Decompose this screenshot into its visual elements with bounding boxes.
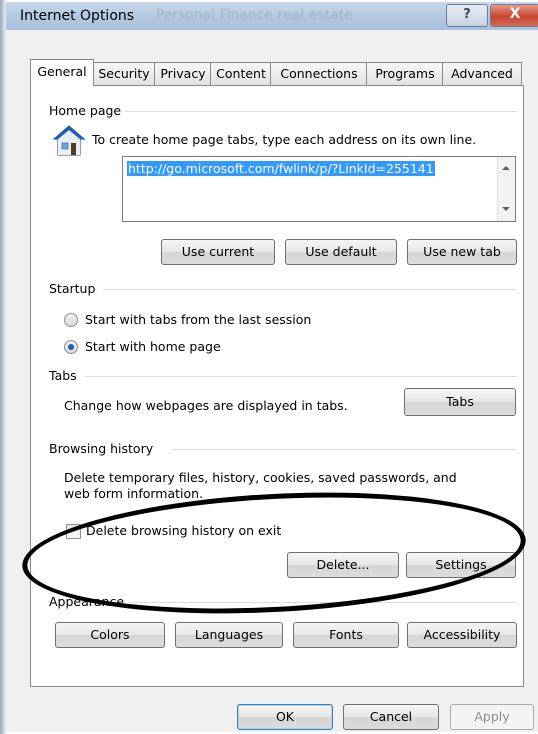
- home-page-instruction: To create home page tabs, type each addr…: [92, 132, 477, 147]
- tabs-group-label: Tabs: [49, 368, 77, 383]
- tabs-divider: [85, 376, 517, 377]
- delete-on-exit-label[interactable]: Delete browsing history on exit: [86, 523, 281, 538]
- startup-group-label: Startup: [49, 281, 96, 296]
- close-icon: X: [509, 6, 521, 22]
- close-button[interactable]: X: [490, 4, 538, 27]
- browsing-history-divider: [171, 449, 517, 450]
- tabs-description: Change how webpages are displayed in tab…: [64, 398, 348, 413]
- browsing-history-description-2: web form information.: [64, 486, 204, 501]
- scroll-down-icon[interactable]: [502, 207, 510, 211]
- appearance-group-label: Appearance: [49, 594, 125, 609]
- help-button[interactable]: ?: [446, 4, 488, 27]
- tab-connections[interactable]: Connections: [270, 62, 368, 85]
- tab-security[interactable]: Security: [92, 62, 156, 85]
- option-home-page-label[interactable]: Start with home page: [85, 339, 221, 354]
- languages-button[interactable]: Languages: [175, 622, 283, 648]
- history-settings-button[interactable]: Settings: [406, 552, 516, 578]
- tab-content[interactable]: Content: [210, 62, 272, 85]
- ok-button[interactable]: OK: [237, 704, 333, 730]
- appearance-divider: [129, 602, 517, 603]
- option-last-session-label[interactable]: Start with tabs from the last session: [85, 312, 311, 327]
- use-new-tab-button[interactable]: Use new tab: [407, 239, 517, 265]
- home-page-url-textarea[interactable]: http://go.microsoft.com/fwlink/p/?LinkId…: [122, 156, 516, 222]
- use-default-button[interactable]: Use default: [285, 239, 397, 265]
- title-bar[interactable]: Personal Finance real estate Internet Op…: [6, 2, 538, 30]
- url-scrollbar[interactable]: [497, 157, 515, 221]
- apply-button[interactable]: Apply: [450, 704, 534, 730]
- home-page-divider: [125, 111, 517, 112]
- home-page-url-text: http://go.microsoft.com/fwlink/p/?LinkId…: [127, 161, 435, 176]
- colors-button[interactable]: Colors: [55, 622, 165, 648]
- startup-divider: [103, 289, 517, 290]
- delete-on-exit-checkbox[interactable]: [66, 524, 81, 539]
- help-icon: ?: [463, 7, 471, 22]
- radio-last-session[interactable]: [64, 313, 78, 327]
- tab-general[interactable]: General: [30, 59, 94, 86]
- tabs-settings-button[interactable]: Tabs: [404, 388, 516, 416]
- home-page-group-label: Home page: [49, 103, 122, 118]
- use-current-button[interactable]: Use current: [161, 239, 275, 265]
- fonts-button[interactable]: Fonts: [293, 622, 399, 648]
- window-title: Internet Options: [20, 8, 135, 24]
- tab-advanced[interactable]: Advanced: [442, 62, 522, 85]
- cancel-button[interactable]: Cancel: [343, 704, 439, 730]
- delete-history-button[interactable]: Delete...: [287, 552, 399, 578]
- tab-privacy[interactable]: Privacy: [154, 62, 212, 85]
- browsing-history-description-1: Delete temporary files, history, cookies…: [64, 470, 457, 485]
- house-icon: [52, 125, 86, 156]
- background-window-title: Personal Finance real estate: [156, 8, 353, 23]
- radio-home-page[interactable]: [64, 340, 78, 354]
- browsing-history-group-label: Browsing history: [49, 441, 154, 456]
- scroll-up-icon[interactable]: [502, 166, 510, 170]
- accessibility-button[interactable]: Accessibility: [407, 622, 517, 648]
- tab-programs[interactable]: Programs: [366, 62, 444, 85]
- general-tab-panel: Home page To create home page tabs, type…: [30, 85, 524, 687]
